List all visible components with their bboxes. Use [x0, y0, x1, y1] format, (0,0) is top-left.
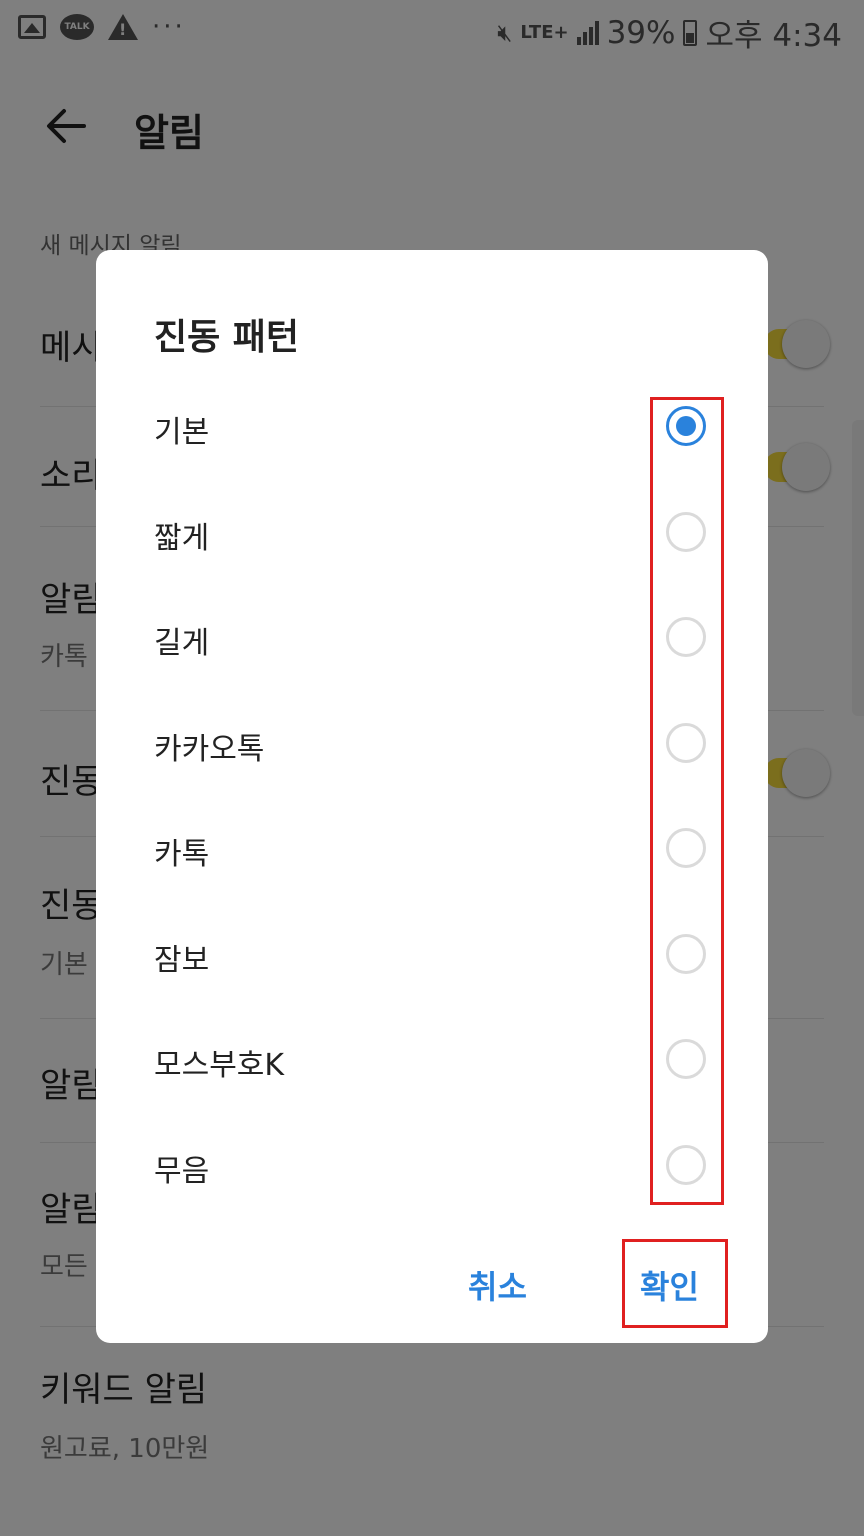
- ok-highlight-box: [622, 1239, 728, 1328]
- option-label: 카카오톡: [154, 732, 265, 767]
- option-label: 잠보: [154, 943, 210, 978]
- cancel-button[interactable]: 취소: [468, 1262, 527, 1308]
- option-label: 카톡: [154, 837, 210, 872]
- option-label: 짧게: [154, 521, 210, 556]
- option-label: 기본: [154, 415, 210, 450]
- option-label: 무음: [154, 1154, 210, 1189]
- option-label: 길게: [154, 626, 210, 661]
- radio-highlight-box: [650, 397, 724, 1205]
- vibration-pattern-dialog: 진동 패턴 기본 짧게 길게 카카오톡 카톡 잠보 모스부호K 무음 취소 확인: [96, 250, 768, 1343]
- dialog-title: 진동 패턴: [154, 317, 300, 358]
- option-label: 모스부호K: [154, 1048, 285, 1083]
